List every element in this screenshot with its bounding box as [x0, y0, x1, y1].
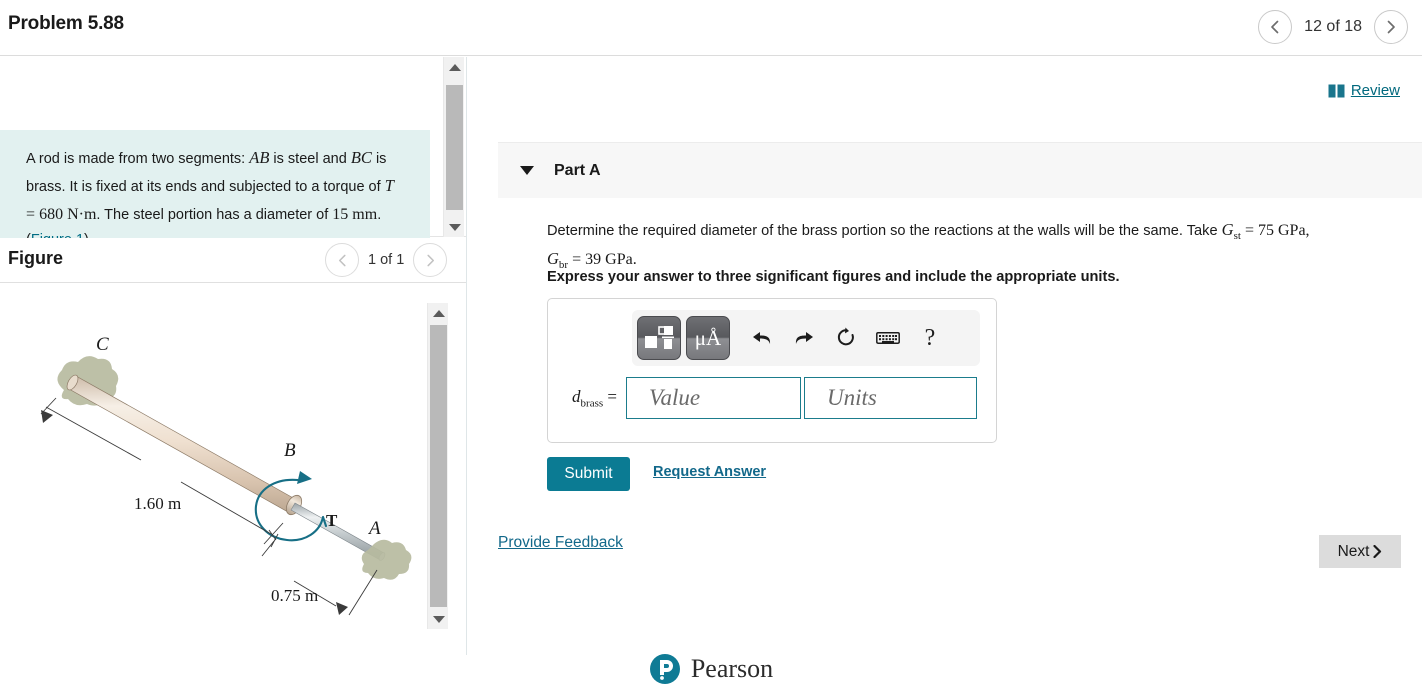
keyboard-icon	[876, 332, 900, 344]
figure-pane: C B A T 1.60 m 0.75 m	[0, 284, 467, 655]
g-steel-value: = 75 GPa,	[1244, 222, 1310, 239]
help-button[interactable]: ?	[910, 316, 950, 360]
label-torque: T	[326, 511, 338, 530]
torque-arrowhead	[297, 471, 312, 484]
main-content-panel: Review Part A Determine the required dia…	[467, 57, 1422, 655]
next-problem-button[interactable]	[1374, 10, 1408, 44]
answer-symbol: d	[572, 386, 581, 406]
problem-pager: 12 of 18	[1258, 10, 1408, 44]
undo-button[interactable]	[742, 316, 782, 360]
g-brass-symbol: G	[547, 248, 559, 268]
label-dim-brass: 1.60 m	[134, 494, 181, 513]
label-dim-steel: 0.75 m	[271, 586, 318, 605]
figure-header: Figure 1 of 1	[0, 238, 467, 283]
keyboard-button[interactable]	[868, 316, 908, 360]
problem-statement-pane: A rod is made from two segments: AB is s…	[0, 57, 467, 270]
figure-scroll-down-button[interactable]	[428, 609, 449, 629]
provide-feedback-link[interactable]: Provide Feedback	[498, 534, 623, 552]
problem-statement-text: A rod is made from two segments: AB is s…	[26, 144, 406, 253]
undo-icon	[753, 332, 771, 344]
redo-button[interactable]	[784, 316, 824, 360]
question-prefix: Determine the required diameter of the b…	[547, 223, 1218, 239]
dimension-arrowhead	[336, 602, 348, 615]
torque-value: 680 N·m	[39, 205, 97, 223]
triangle-down-icon	[448, 223, 461, 231]
reset-button[interactable]	[826, 316, 866, 360]
instruction-text: Express your answer to three significant…	[547, 269, 1120, 285]
template-icon	[645, 326, 674, 349]
pearson-brand-label: Pearson	[690, 653, 774, 683]
part-a-label: Part A	[554, 161, 601, 179]
next-button-label: Next	[1337, 542, 1370, 560]
app-header: Problem 5.88 12 of 18	[0, 0, 1422, 56]
triangle-up-icon	[448, 63, 461, 71]
figure-prev-button[interactable]	[325, 243, 359, 277]
question-mark-icon: ?	[924, 324, 936, 351]
triangle-up-icon	[432, 309, 445, 317]
figure-scrollbar[interactable]	[427, 303, 448, 629]
reset-icon	[837, 327, 854, 346]
chevron-left-icon	[338, 254, 346, 266]
label-point-a: A	[367, 518, 381, 539]
g-steel-subscript: st	[1233, 229, 1241, 242]
value-input[interactable]: Value	[626, 377, 801, 419]
statement-scroll-down-button[interactable]	[444, 217, 465, 237]
g-brass-value: = 39 GPa.	[572, 250, 637, 268]
review-link[interactable]: Review	[1328, 82, 1400, 99]
units-input[interactable]: Units	[804, 377, 977, 419]
answer-row: dbrass = Value Units	[548, 377, 998, 419]
question-text: Determine the required diameter of the b…	[547, 217, 1407, 274]
g-steel-symbol: G	[1221, 220, 1234, 239]
page-title: Problem 5.88	[8, 13, 124, 34]
chevron-right-icon	[427, 254, 434, 266]
rod-torsion-diagram: C B A T 1.60 m 0.75 m	[40, 334, 412, 616]
figure-scroll-up-button[interactable]	[428, 303, 449, 323]
segment-bc-symbol: BC	[350, 148, 372, 167]
review-link-label: Review	[1350, 82, 1400, 99]
micro-angstrom-icon: μÅ	[694, 325, 722, 350]
chevron-left-icon	[1271, 20, 1279, 34]
statement-scroll-up-button[interactable]	[444, 57, 465, 77]
problem-pager-label: 12 of 18	[1304, 18, 1362, 35]
chevron-right-icon	[1373, 545, 1382, 558]
answer-subscript: brass	[580, 397, 604, 410]
statement-scrollbar-thumb[interactable]	[446, 85, 463, 210]
figure-next-button[interactable]	[413, 243, 448, 277]
dimension-brass	[40, 397, 284, 545]
statement-scrollbar[interactable]	[443, 57, 464, 237]
request-answer-link[interactable]: Request Answer	[653, 464, 766, 480]
math-template-button[interactable]	[637, 316, 681, 360]
math-toolbar: μÅ ?	[632, 310, 980, 366]
steel-diameter-value: 15 mm	[332, 205, 378, 223]
answer-input-container: μÅ ? dbrass = Value Units	[547, 298, 997, 443]
caret-down-icon[interactable]	[520, 166, 534, 175]
segment-ab-symbol: AB	[249, 148, 270, 167]
torque-symbol: T	[384, 176, 394, 196]
answer-label: dbrass =	[548, 387, 626, 409]
brass-rod-segment	[66, 374, 296, 513]
label-point-b: B	[284, 440, 296, 461]
figure-pager: 1 of 1	[325, 243, 448, 277]
figure-pager-label: 1 of 1	[368, 252, 405, 268]
redo-icon	[795, 332, 813, 344]
figure-title: Figure	[8, 248, 64, 268]
dimension-arrowhead-2	[41, 410, 53, 423]
submit-button[interactable]: Submit	[547, 457, 630, 491]
next-button[interactable]: Next	[1319, 535, 1401, 568]
left-panel: A rod is made from two segments: AB is s…	[0, 57, 467, 655]
label-point-c: C	[96, 334, 109, 355]
triangle-down-icon	[432, 615, 445, 623]
footer: Pearson	[0, 645, 1422, 692]
book-icon	[1328, 84, 1345, 97]
part-a-header[interactable]: Part A	[498, 142, 1422, 198]
prev-problem-button[interactable]	[1258, 10, 1293, 44]
answer-equals: =	[607, 386, 617, 406]
chevron-right-icon	[1387, 20, 1395, 34]
units-button[interactable]: μÅ	[686, 316, 730, 360]
figure-scrollbar-thumb[interactable]	[430, 325, 447, 607]
pearson-logo-icon	[649, 653, 680, 684]
